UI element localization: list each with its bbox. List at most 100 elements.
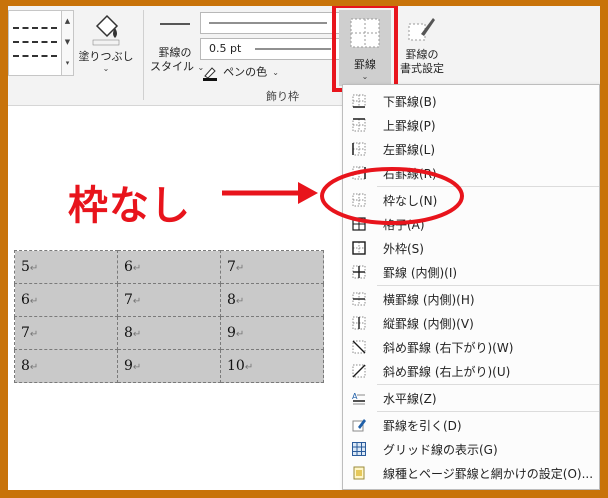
chevron-down-icon: ⌄ — [272, 68, 279, 77]
table-cell[interactable]: 8↵ — [220, 283, 324, 317]
annotation-highlight-ellipse — [320, 167, 464, 225]
menu-item-inside-vertical-border[interactable]: 縦罫線 (内側)(V) — [343, 311, 599, 335]
chevron-down-icon: ⌄ — [102, 64, 110, 73]
menu-separator — [377, 411, 599, 412]
menu-item-inside-horizontal-border[interactable]: 横罫線 (内側)(H) — [343, 287, 599, 311]
borders-format-button[interactable]: 罫線の 書式設定 — [396, 14, 448, 90]
bottom-border-icon — [352, 94, 366, 108]
cell-value: 9 — [227, 325, 236, 341]
paragraph-mark: ↵ — [132, 362, 142, 373]
table-cell[interactable]: 6↵ — [117, 250, 221, 284]
menu-item-label: 下罫線(B) — [383, 94, 437, 109]
menu-item-left-border[interactable]: 左罫線(L) — [343, 137, 599, 161]
gallery-more-button[interactable]: ▾ — [61, 53, 73, 75]
annotation-label: 枠なし — [68, 183, 191, 229]
table-row: 6↵ 7↵ 8↵ — [14, 283, 324, 317]
draw-table-icon — [352, 419, 366, 432]
paragraph-mark: ↵ — [235, 329, 245, 340]
paragraph-mark: ↵ — [132, 329, 142, 340]
pen-style-label-line2-text: スタイル — [150, 60, 194, 73]
borders-format-label-line2: 書式設定 — [400, 62, 444, 75]
table-cell[interactable]: 7↵ — [220, 250, 324, 284]
cell-value: 10 — [227, 358, 245, 374]
menu-item-diagonal-up-border[interactable]: 斜め罫線 (右上がり)(U) — [343, 359, 599, 383]
shading-button[interactable]: 塗りつぶし ⌄ — [78, 12, 134, 92]
menu-item-top-border[interactable]: 上罫線(P) — [343, 113, 599, 137]
menu-item-outside-borders[interactable]: 外枠(S) — [343, 236, 599, 260]
border-style-swatch[interactable] — [13, 27, 57, 29]
menu-item-inside-borders[interactable]: 罫線 (内側)(I) — [343, 260, 599, 284]
pen-style-button[interactable]: 罫線の スタイル ⌄ — [150, 16, 204, 91]
table-cell[interactable]: 7↵ — [117, 283, 221, 317]
menu-item-label: 横罫線 (内側)(H) — [383, 292, 475, 307]
menu-item-draw-table[interactable]: 罫線を引く(D) — [343, 413, 599, 437]
diagonal-down-border-icon — [352, 340, 366, 354]
pen-style-label-line1: 罫線の — [158, 46, 192, 59]
paragraph-mark: ↵ — [29, 362, 39, 373]
diagonal-up-border-icon — [352, 364, 366, 378]
paragraph-mark: ↵ — [132, 263, 142, 274]
line-style-dropdown[interactable] — [200, 12, 340, 34]
inside-borders-icon — [352, 265, 366, 279]
gallery-up-button[interactable]: ▲ — [61, 11, 73, 32]
word-window: ▲ ▼ ▾ 塗りつぶし ⌄ 罫線の スタイル ⌄ 0.5 pt ペンの色 ⌄ 飾… — [8, 6, 600, 490]
table-cell[interactable]: 10↵ — [220, 349, 324, 383]
annotation-arrow-icon — [222, 182, 318, 204]
outside-borders-icon — [352, 241, 366, 255]
pen-style-icon — [160, 23, 190, 25]
left-border-icon — [352, 142, 366, 156]
menu-item-horizontal-line[interactable]: A 水平線(Z) — [343, 386, 599, 410]
border-painter-icon — [408, 18, 435, 41]
menu-item-diagonal-down-border[interactable]: 斜め罫線 (右下がり)(W) — [343, 335, 599, 359]
paragraph-mark: ↵ — [29, 263, 39, 274]
table-cell[interactable]: 8↵ — [117, 316, 221, 350]
pen-color-label: ペンの色 — [223, 65, 268, 79]
line-weight-dropdown[interactable]: 0.5 pt — [200, 38, 340, 60]
menu-item-label: 斜め罫線 (右下がり)(W) — [383, 340, 514, 355]
table-cell[interactable]: 9↵ — [220, 316, 324, 350]
cell-value: 7 — [124, 292, 133, 308]
svg-text:A: A — [352, 392, 358, 401]
line-weight-value: 0.5 pt — [209, 42, 242, 55]
table-cell[interactable]: 9↵ — [117, 349, 221, 383]
table-row: 7↵ 8↵ 9↵ — [14, 316, 324, 350]
menu-item-label: 斜め罫線 (右上がり)(U) — [383, 364, 511, 379]
table-cell[interactable]: 7↵ — [14, 316, 118, 350]
cell-value: 8 — [124, 325, 133, 341]
pen-color-button[interactable]: ペンの色 ⌄ — [202, 62, 279, 82]
top-border-icon — [352, 118, 366, 132]
border-styles-gallery[interactable]: ▲ ▼ ▾ — [8, 10, 74, 76]
table-cell[interactable]: 6↵ — [14, 283, 118, 317]
menu-item-bottom-border[interactable]: 下罫線(B) — [343, 89, 599, 113]
menu-item-label: 罫線 (内側)(I) — [383, 265, 458, 280]
menu-item-view-gridlines[interactable]: グリッド線の表示(G) — [343, 437, 599, 461]
line-weight-preview-icon — [255, 48, 331, 50]
menu-item-label: 外枠(S) — [383, 241, 424, 256]
paragraph-mark: ↵ — [29, 329, 39, 340]
inside-vertical-border-icon — [352, 316, 366, 330]
cell-value: 6 — [124, 259, 133, 275]
horizontal-line-icon: A — [352, 392, 365, 405]
menu-item-label: 罫線を引く(D) — [383, 418, 462, 433]
cell-value: 8 — [21, 358, 30, 374]
table-cell[interactable]: 5↵ — [14, 250, 118, 284]
menu-item-label: グリッド線の表示(G) — [383, 442, 498, 457]
cell-value: 6 — [21, 292, 30, 308]
gallery-down-button[interactable]: ▼ — [61, 32, 73, 53]
menu-item-label: 線種とページ罫線と網かけの設定(O)... — [383, 466, 594, 481]
cell-value: 9 — [124, 358, 133, 374]
menu-item-borders-shading-dialog[interactable]: 線種とページ罫線と網かけの設定(O)... — [343, 461, 599, 485]
ribbon-group-label: 飾り枠 — [266, 90, 299, 103]
menu-separator — [377, 384, 599, 385]
menu-item-label: 縦罫線 (内側)(V) — [383, 316, 474, 331]
menu-item-label: 上罫線(P) — [383, 118, 436, 133]
borders-shading-dialog-icon — [353, 466, 365, 480]
paragraph-mark: ↵ — [235, 296, 245, 307]
line-style-preview-icon — [209, 22, 327, 24]
border-style-swatch[interactable] — [13, 55, 57, 57]
cell-value: 5 — [21, 259, 30, 275]
border-style-swatch[interactable] — [13, 41, 57, 43]
table-cell[interactable]: 8↵ — [14, 349, 118, 383]
cell-value: 7 — [21, 325, 30, 341]
borders-format-label-line1: 罫線の — [405, 48, 439, 61]
